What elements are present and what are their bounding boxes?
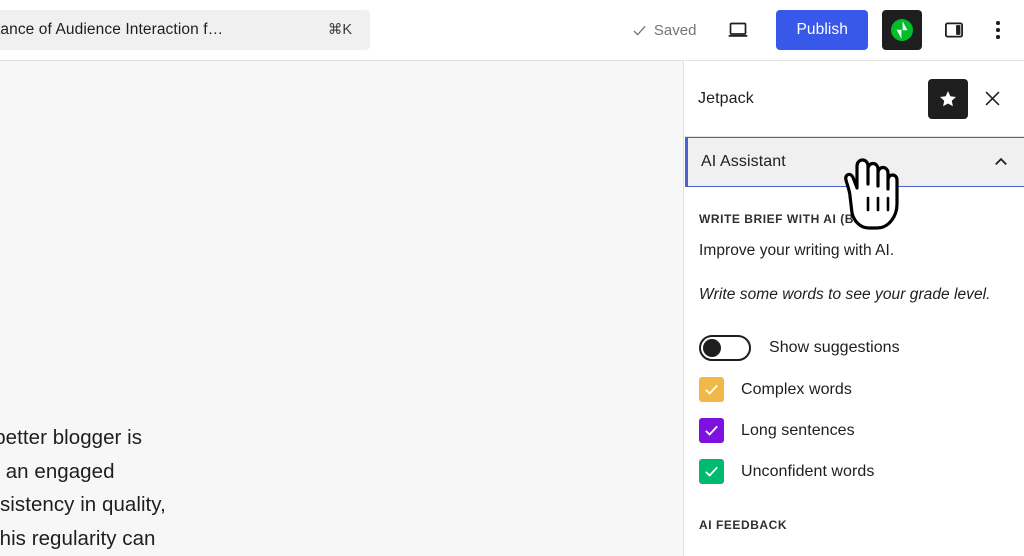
jetpack-button[interactable] [882, 10, 922, 50]
complex-words-checkbox[interactable] [699, 377, 724, 402]
show-suggestions-toggle[interactable] [699, 335, 751, 361]
long-sentences-checkbox[interactable] [699, 418, 724, 443]
preview-button[interactable] [718, 10, 758, 50]
post-body-line: ur readers. This regularity can [0, 522, 684, 556]
long-sentences-label: Long sentences [741, 422, 855, 440]
more-options-button[interactable] [978, 10, 1018, 50]
unconfident-words-label: Unconfident words [741, 463, 874, 481]
post-body-line: and maintain an engaged [0, 455, 684, 489]
document-title-field[interactable]: ortance of Audience Interaction f… ⌘K [0, 10, 370, 50]
checkbox-row-long-sentences[interactable]: Long sentences [699, 418, 1010, 443]
panel-ai-assistant-label: AI Assistant [701, 153, 992, 171]
sidebar-toggle-button[interactable] [934, 10, 974, 50]
close-sidebar-button[interactable] [972, 79, 1012, 119]
complex-words-label: Complex words [741, 381, 852, 399]
grade-level-note: Write some words to see your grade level… [699, 282, 999, 307]
post-body-line: becoming a better blogger is [0, 421, 684, 455]
write-brief-description: Improve your writing with AI. [699, 242, 1010, 260]
unconfident-words-checkbox[interactable] [699, 459, 724, 484]
ai-assistant-panel-content: WRITE BRIEF WITH AI (BETA) Improve your … [685, 212, 1024, 532]
chevron-up-icon [992, 153, 1010, 171]
checkmark-icon [632, 23, 647, 38]
more-vertical-icon [996, 21, 1000, 39]
toggle-knob [703, 339, 721, 357]
save-status: Saved [632, 22, 697, 39]
checkmark-icon [703, 463, 720, 480]
ai-feedback-section-label: AI FEEDBACK [699, 518, 1010, 532]
show-suggestions-row[interactable]: Show suggestions [699, 335, 1010, 361]
toolbar-right-group: Saved Publish [632, 0, 1018, 60]
checkmark-icon [703, 381, 720, 398]
close-icon [983, 89, 1002, 108]
jetpack-logo-icon [889, 17, 915, 43]
sidebar-header: Jetpack [685, 61, 1024, 137]
sidebar-toggle-icon [942, 18, 966, 42]
post-body-line: so about consistency in quality, [0, 488, 684, 522]
checkbox-row-unconfident-words[interactable]: Unconfident words [699, 459, 1010, 484]
show-suggestions-label: Show suggestions [769, 339, 900, 357]
write-brief-section-label: WRITE BRIEF WITH AI (BETA) [699, 212, 1010, 226]
publish-button[interactable]: Publish [776, 10, 868, 50]
post-body-paragraph[interactable]: becoming a better blogger is and maintai… [0, 421, 684, 555]
sidebar-title: Jetpack [698, 90, 928, 108]
post-title-line-2: ction for [0, 212, 670, 288]
laptop-preview-icon [726, 18, 750, 42]
editor-screen: ortance of Audience Interaction f… ⌘K Sa… [0, 0, 1024, 556]
jetpack-sidebar: Jetpack AI Assistant WRITE BRIEF WITH AI… [685, 60, 1024, 556]
checkbox-row-complex-words[interactable]: Complex words [699, 377, 1010, 402]
command-k-shortcut: ⌘K [328, 22, 352, 38]
panel-ai-assistant[interactable]: AI Assistant [685, 137, 1024, 187]
editor-canvas[interactable]: of ction for becoming a better blogger i… [0, 60, 684, 556]
save-status-label: Saved [654, 22, 697, 39]
post-title-heading[interactable]: of ction for [0, 136, 670, 287]
checkmark-icon [703, 422, 720, 439]
top-toolbar: ortance of Audience Interaction f… ⌘K Sa… [0, 0, 1024, 60]
jetpack-star-button[interactable] [928, 79, 968, 119]
star-icon [937, 88, 959, 110]
document-title-text: ortance of Audience Interaction f… [0, 21, 223, 39]
